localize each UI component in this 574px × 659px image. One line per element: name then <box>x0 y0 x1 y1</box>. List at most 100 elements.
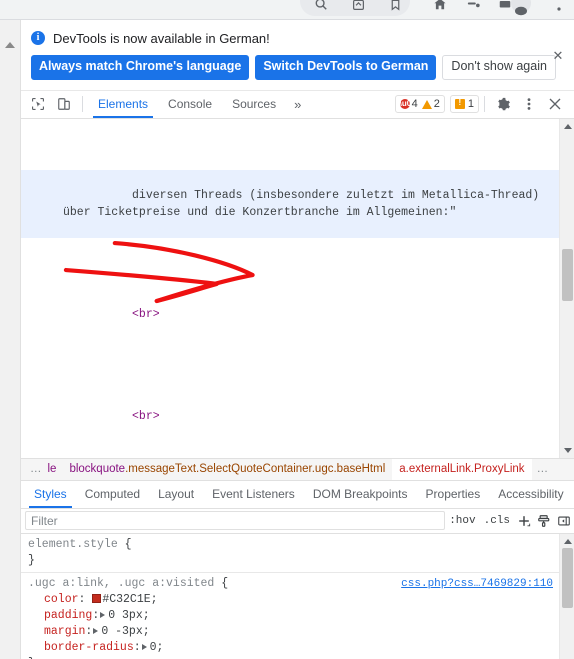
warning-icon <box>421 99 432 109</box>
error-counter[interactable]: \u00d7 4 <box>399 98 425 110</box>
notification-message: DevTools is now available in German! <box>53 30 270 46</box>
css-property-value[interactable]: 0 -3px <box>101 625 142 638</box>
toolbar-separator-2 <box>484 96 485 113</box>
styles-filter-row: :hov .cls <box>21 508 574 534</box>
css-open-brace: { <box>117 537 132 551</box>
browser-toolbar-strip <box>0 0 574 20</box>
css-property-name[interactable]: color <box>28 593 79 606</box>
dom-br-node-1[interactable]: <br> <box>21 289 559 340</box>
breadcrumb-classes: .externalLink.ProxyLink <box>405 463 525 476</box>
paint-bucket-icon[interactable] <box>534 511 554 531</box>
info-icon: i <box>31 31 45 45</box>
css-selector[interactable]: element.style <box>28 538 118 551</box>
notification-actions: Always match Chrome's language Switch De… <box>31 55 564 80</box>
close-devtools-icon[interactable] <box>542 91 568 117</box>
dom-scroll-thumb[interactable] <box>562 248 573 301</box>
scroll-up-icon[interactable] <box>560 119 574 134</box>
css-property-value[interactable]: 0 <box>150 641 157 654</box>
issues-counter[interactable]: 1 <box>449 95 479 114</box>
color-swatch[interactable] <box>92 593 102 603</box>
dom-tag: <br> <box>132 307 160 321</box>
tab-dom-breakpoints[interactable]: DOM Breakpoints <box>304 481 417 508</box>
dom-tree-panel: diversen Threads (insbesondere zuletzt i… <box>21 118 574 458</box>
toggle-sidebar-icon[interactable] <box>554 511 574 531</box>
styles-sidebar-tabs: Styles Computed Layout Event Listeners D… <box>21 480 574 509</box>
css-source-link[interactable]: css.php?css…7469829:110 <box>401 576 553 592</box>
gear-icon[interactable] <box>490 91 516 117</box>
always-match-language-button[interactable]: Always match Chrome's language <box>31 55 250 80</box>
search-icon[interactable] <box>313 0 329 11</box>
styles-scroll-thumb[interactable] <box>562 547 573 608</box>
breadcrumb-item-blockquote[interactable]: blockquote.messageText.SelectQuoteContai… <box>62 459 392 480</box>
dom-tag: <br> <box>132 409 160 423</box>
styles-panel: element.style { } .ugc a:link, .ugc a:vi… <box>21 533 574 659</box>
tab-accessibility[interactable]: Accessibility <box>489 481 572 508</box>
bookmark-icon[interactable] <box>387 0 403 11</box>
styles-rules-list[interactable]: element.style { } .ugc a:link, .ugc a:vi… <box>21 534 559 659</box>
dont-show-again-button[interactable]: Don't show again <box>442 55 556 80</box>
css-property-value[interactable]: 0 3px <box>108 609 143 622</box>
switch-to-german-button[interactable]: Switch DevTools to German <box>255 55 437 80</box>
styles-filter-input[interactable] <box>25 511 446 531</box>
hov-toggle-button[interactable]: :hov <box>445 515 479 527</box>
breadcrumb-tag: blockquote <box>69 463 126 476</box>
devtools-tab-list: Elements Console Sources » <box>88 90 309 119</box>
issue-icon <box>454 98 465 110</box>
tab-event-listeners[interactable]: Event Listeners <box>203 481 304 508</box>
css-declaration-color[interactable]: color: #C32C1E; <box>28 592 553 608</box>
css-rule-element-style[interactable]: element.style { } <box>21 534 559 573</box>
tab-console[interactable]: Console <box>158 90 222 118</box>
warning-counter[interactable]: 2 <box>421 98 440 110</box>
cls-toggle-button[interactable]: .cls <box>480 515 514 527</box>
css-property-name[interactable]: border-radius <box>28 641 134 654</box>
toolbar-separator <box>82 96 83 113</box>
screenshot-root: i DevTools is now available in German! A… <box>0 0 574 659</box>
plus-icon[interactable] <box>514 511 534 531</box>
scroll-up-arrow-icon[interactable] <box>5 42 15 48</box>
dom-br-node-2[interactable]: <br> <box>21 391 559 442</box>
tab-styles[interactable]: Styles <box>25 481 76 508</box>
css-property-value[interactable]: #C32C1E <box>102 593 150 606</box>
close-notification-icon[interactable]: ✕ <box>551 49 565 63</box>
share-icon[interactable] <box>350 0 366 11</box>
breadcrumb-classes: .messageText.SelectQuoteContainer.ugc.ba… <box>125 463 386 476</box>
tab-properties[interactable]: Properties <box>417 481 490 508</box>
breadcrumb-clipped-item[interactable]: le <box>48 459 63 480</box>
menu-dots-icon[interactable] <box>551 0 567 11</box>
breadcrumb-overflow-right[interactable]: … <box>532 459 555 480</box>
css-property-name[interactable]: margin <box>28 625 85 638</box>
css-declaration-border-radius[interactable]: border-radius: 0; <box>28 640 553 656</box>
scroll-down-icon[interactable] <box>560 443 574 458</box>
css-property-name[interactable]: padding <box>28 609 92 622</box>
devtools-toolbar: Elements Console Sources » \u00d7 4 2 1 <box>21 90 574 119</box>
expand-shorthand-icon[interactable] <box>100 611 106 618</box>
css-declaration-padding[interactable]: padding: 0 3px; <box>28 608 553 624</box>
css-rule-ugc-link[interactable]: .ugc a:link, .ugc a:visited { css.php?cs… <box>21 573 559 659</box>
dom-text-node[interactable]: diversen Threads (insbesondere zuletzt i… <box>21 169 559 238</box>
dom-tree[interactable]: diversen Threads (insbesondere zuletzt i… <box>21 119 559 458</box>
breadcrumb-overflow-left[interactable]: … <box>25 459 48 480</box>
inspect-element-icon[interactable] <box>25 91 51 117</box>
tab-layout[interactable]: Layout <box>149 481 203 508</box>
expand-shorthand-icon[interactable] <box>141 643 147 650</box>
link-icon[interactable] <box>466 0 482 11</box>
profile-avatar-icon[interactable] <box>511 0 531 16</box>
dom-breadcrumb: … le blockquote.messageText.SelectQuoteC… <box>21 457 574 481</box>
more-vertical-icon[interactable] <box>516 91 542 117</box>
device-toolbar-icon[interactable] <box>51 91 77 117</box>
css-selector[interactable]: .ugc a:link, .ugc a:visited <box>28 577 214 590</box>
breadcrumb-item-anchor[interactable]: a.externalLink.ProxyLink <box>392 458 532 480</box>
dom-tree-scrollbar[interactable] <box>559 118 574 458</box>
expand-shorthand-icon[interactable] <box>93 627 99 634</box>
dom-text: diversen Threads (insbesondere zuletzt i… <box>63 188 547 219</box>
more-tabs-icon[interactable]: » <box>286 97 309 112</box>
css-declaration-margin[interactable]: margin: 0 -3px; <box>28 624 553 640</box>
language-notification-banner: i DevTools is now available in German! A… <box>21 20 574 91</box>
error-warning-counters[interactable]: \u00d7 4 2 <box>394 95 445 114</box>
scroll-up-icon[interactable] <box>560 534 574 549</box>
tab-computed[interactable]: Computed <box>76 481 149 508</box>
home-icon[interactable] <box>432 0 448 11</box>
tab-elements[interactable]: Elements <box>88 90 158 119</box>
styles-scrollbar[interactable] <box>559 533 574 659</box>
tab-sources[interactable]: Sources <box>222 90 286 118</box>
